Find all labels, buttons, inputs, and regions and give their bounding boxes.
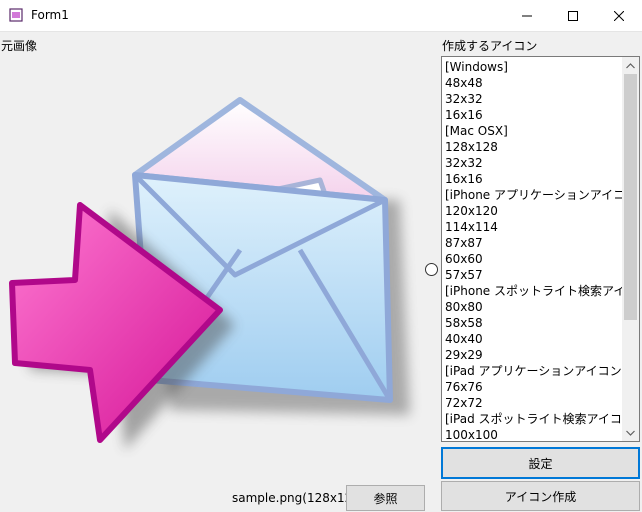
settings-button[interactable]: 設定 [441,447,640,479]
scroll-thumb[interactable] [624,74,637,320]
list-item[interactable]: [iPad スポットライト検索アイコン] [444,411,639,427]
original-image-label: 元画像 [1,39,38,53]
scroll-down-button[interactable] [622,424,639,441]
icon-list-label: 作成するアイコン [442,39,538,53]
app-icon [9,8,23,22]
list-item[interactable]: 16x16 [444,107,622,123]
list-item[interactable]: [Windows] [444,59,622,75]
list-item[interactable]: 32x32 [444,91,622,107]
list-item[interactable]: 120x120 [444,203,622,219]
source-image-preview [9,97,410,450]
close-icon [614,10,624,21]
window-title: Form1 [31,8,69,22]
list-item[interactable]: 100x100 [444,427,622,441]
list-item[interactable]: 60x60 [444,251,622,267]
list-item[interactable]: 48x48 [444,75,622,91]
list-item[interactable]: 80x80 [444,299,622,315]
list-item[interactable]: 40x40 [444,331,622,347]
list-item[interactable]: 57x57 [444,267,622,283]
list-item[interactable]: 58x58 [444,315,622,331]
title-bar: Form1 [0,0,642,32]
list-item[interactable]: [Mac OSX] [444,123,622,139]
list-item[interactable]: 72x72 [444,395,622,411]
list-item[interactable]: 76x76 [444,379,622,395]
vertical-scrollbar[interactable] [622,57,639,441]
file-info-label: sample.png(128x128) [232,491,365,505]
list-item[interactable]: [iPhone スポットライト検索アイコン] [444,283,639,299]
minimize-button[interactable] [504,0,550,31]
list-item[interactable]: 16x16 [444,171,622,187]
browse-button[interactable]: 参照 [346,485,425,511]
list-item[interactable]: 32x32 [444,155,622,171]
chevron-up-icon [626,62,635,68]
list-item[interactable]: 114x114 [444,219,622,235]
list-item[interactable]: [iPhone アプリケーションアイコン] [444,187,639,203]
icon-size-listbox[interactable]: [Windows] 48x48 32x32 16x16 [Mac OSX] 128x128… [441,56,640,442]
scroll-up-button[interactable] [622,57,639,74]
icon-size-list: [Windows] 48x48 32x32 16x16 [Mac OSX] 128x128… [444,59,639,441]
create-icon-button[interactable]: アイコン作成 [441,481,640,511]
list-item[interactable]: 87x87 [444,235,622,251]
close-button[interactable] [596,0,642,31]
radio-button[interactable] [425,263,438,276]
maximize-button[interactable] [550,0,596,31]
chevron-down-icon [626,430,635,436]
list-item[interactable]: [iPad アプリケーションアイコン] [444,363,626,379]
list-item[interactable]: 29x29 [444,347,622,363]
minimize-icon [522,15,532,16]
list-item[interactable]: 128x128 [444,139,622,155]
maximize-icon [568,10,578,21]
